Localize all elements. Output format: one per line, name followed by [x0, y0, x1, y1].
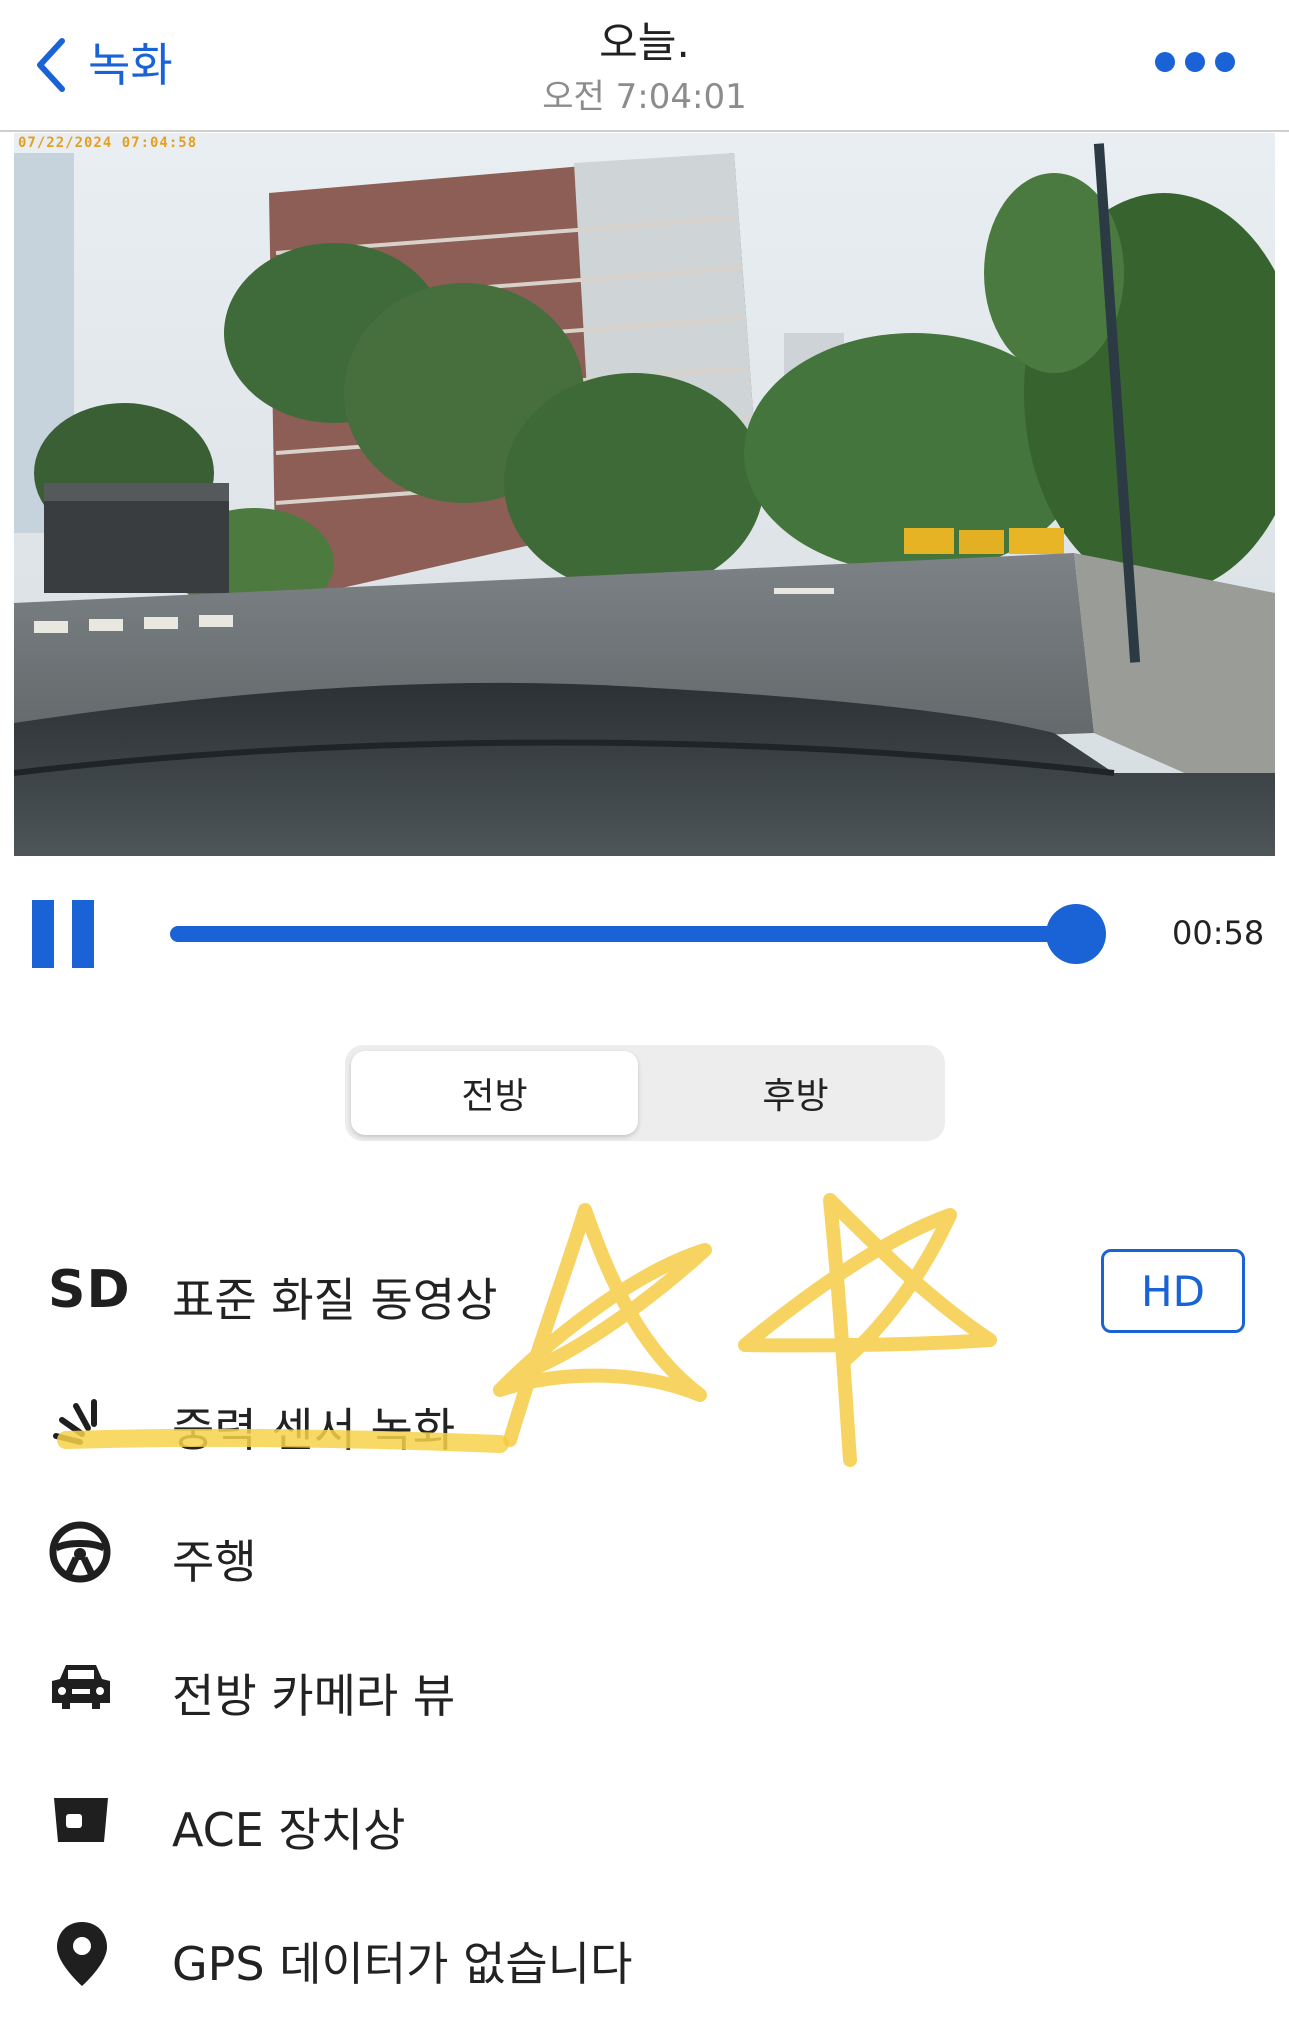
- video-quality-row: SD 표준 화질 동영상: [0, 1240, 1289, 1340]
- camera-segmented-control: 전방 후방: [345, 1045, 945, 1141]
- pause-bar-icon: [32, 900, 54, 968]
- playback-progress: [170, 926, 1076, 942]
- info-row-gsensor: 중력 센서 녹화: [0, 1370, 1289, 1470]
- title-block: 오늘. 오전 7:04:01: [0, 18, 1289, 118]
- info-label-gps: GPS 데이터가 없습니다: [172, 1937, 633, 1991]
- sd-badge: SD: [48, 1260, 132, 1320]
- info-label-gsensor: 중력 센서 녹화: [172, 1403, 456, 1457]
- page-title: 오늘.: [599, 18, 690, 67]
- impact-icon: [48, 1392, 132, 1448]
- info-label-driving: 주행: [172, 1535, 257, 1589]
- recording-detail-screen: 녹화 오늘. 오전 7:04:01 07/22/2024 07:04:58 00…: [0, 0, 1289, 2021]
- pause-bar-icon: [72, 900, 94, 968]
- info-row-driving: 주행: [0, 1502, 1289, 1602]
- video-player[interactable]: 07/22/2024 07:04:58: [14, 133, 1275, 856]
- more-options-button[interactable]: [1155, 52, 1235, 72]
- sd-badge-text: SD: [48, 1260, 131, 1320]
- info-row-gps: GPS 데이터가 없습니다: [0, 1904, 1289, 2004]
- video-quality-label: 표준 화질 동영상: [172, 1273, 498, 1327]
- more-dot-icon: [1215, 52, 1235, 72]
- dashcam-icon: [48, 1792, 132, 1848]
- info-row-camera-view: 전방 카메라 뷰: [0, 1636, 1289, 1736]
- more-dot-icon: [1185, 52, 1205, 72]
- recording-time: 오전 7:04:01: [542, 77, 747, 118]
- nav-header: 녹화 오늘. 오전 7:04:01: [0, 0, 1289, 132]
- info-row-device: ACE 장치상: [0, 1770, 1289, 1870]
- video-frame: [14, 133, 1275, 856]
- car-front-icon: [48, 1658, 132, 1714]
- more-dot-icon: [1155, 52, 1175, 72]
- pause-button[interactable]: [32, 900, 94, 968]
- info-label-device: ACE 장치상: [172, 1803, 406, 1857]
- playback-scrubber[interactable]: [1046, 904, 1106, 964]
- steering-wheel-icon: [48, 1521, 132, 1583]
- video-timestamp: 07/22/2024 07:04:58: [18, 135, 198, 151]
- info-label-camera-view: 전방 카메라 뷰: [172, 1669, 456, 1723]
- playback-slider[interactable]: [170, 904, 1106, 964]
- hd-button[interactable]: HD: [1101, 1249, 1245, 1333]
- location-pin-icon: [48, 1922, 132, 1986]
- tab-rear-camera[interactable]: 후방: [652, 1051, 939, 1135]
- tab-front-camera[interactable]: 전방: [351, 1051, 638, 1135]
- playback-duration: 00:58: [1172, 914, 1265, 952]
